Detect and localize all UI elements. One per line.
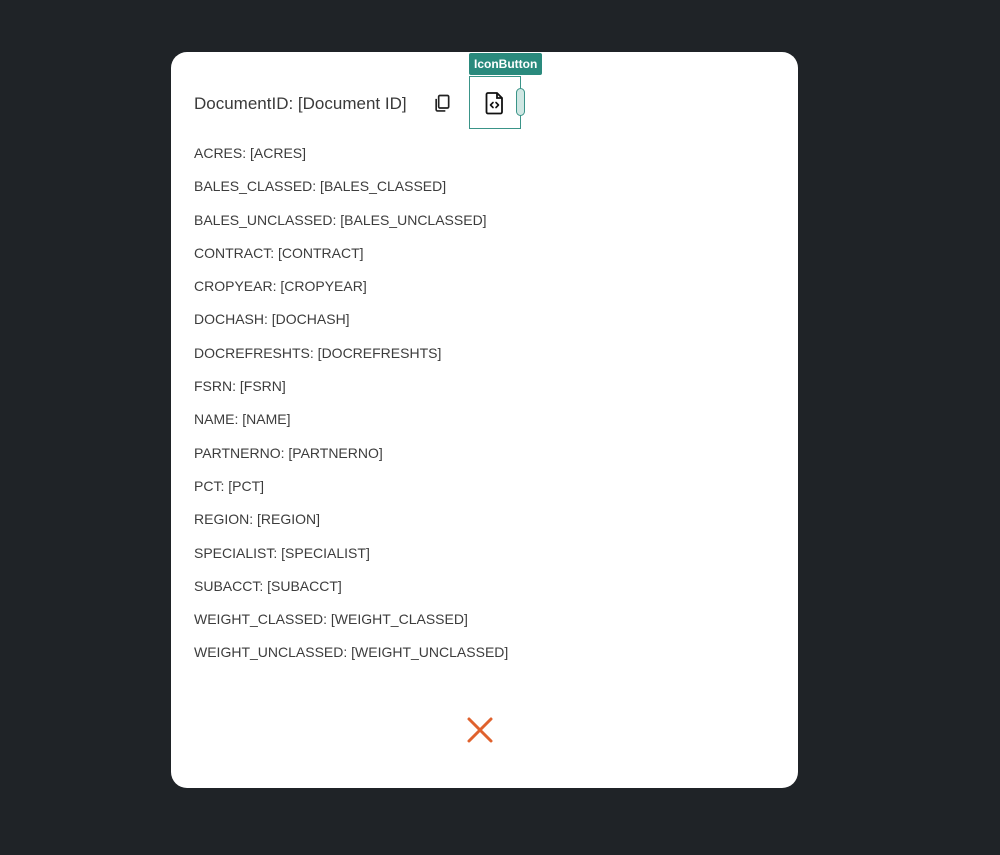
- document-id-title: DocumentID: [Document ID]: [194, 94, 407, 113]
- view-source-button[interactable]: [469, 76, 521, 129]
- field-dochash: DOCHASH: [DOCHASH]: [194, 311, 350, 328]
- resize-handle[interactable]: [516, 88, 525, 116]
- field-pct: PCT: [PCT]: [194, 477, 265, 494]
- document-details-dialog: DocumentID: [Document ID] IconButton ACR…: [171, 52, 798, 788]
- field-fsrn: FSRN: [FSRN]: [194, 378, 286, 395]
- close-icon: [467, 717, 493, 743]
- close-button[interactable]: [464, 714, 496, 746]
- field-cropyear: CROPYEAR: [CROPYEAR]: [194, 278, 367, 295]
- copy-button[interactable]: [430, 91, 454, 115]
- field-specialist: SPECIALIST: [SPECIALIST]: [194, 544, 370, 561]
- field-partnerno: PARTNERNO: [PARTNERNO]: [194, 444, 383, 461]
- file-code-icon: [485, 91, 503, 114]
- dialog-header: DocumentID: [Document ID]: [194, 90, 407, 118]
- field-bales-unclassed: BALES_UNCLASSED: [BALES_UNCLASSED]: [194, 211, 487, 228]
- field-contract: CONTRACT: [CONTRACT]: [194, 244, 364, 261]
- field-acres: ACRES: [ACRES]: [194, 145, 307, 161]
- field-weight-unclassed: WEIGHT_UNCLASSED: [WEIGHT_UNCLASSED]: [194, 644, 509, 661]
- copy-icon: [435, 94, 450, 112]
- field-bales-classed: BALES_CLASSED: [BALES_CLASSED]: [194, 178, 447, 195]
- field-name: NAME: [NAME]: [194, 411, 291, 428]
- field-list: ACRES: [ACRES] BALES_CLASSED: [BALES_CLA…: [194, 140, 508, 673]
- field-region: REGION: [REGION]: [194, 511, 321, 528]
- field-subacct: SUBACCT: [SUBACCT]: [194, 577, 342, 594]
- field-docrefreshts: DOCREFRESHTS: [DOCREFRESHTS]: [194, 344, 442, 361]
- field-weight-classed: WEIGHT_CLASSED: [WEIGHT_CLASSED]: [194, 611, 468, 628]
- iconbutton-tooltip-label: IconButton: [469, 53, 543, 75]
